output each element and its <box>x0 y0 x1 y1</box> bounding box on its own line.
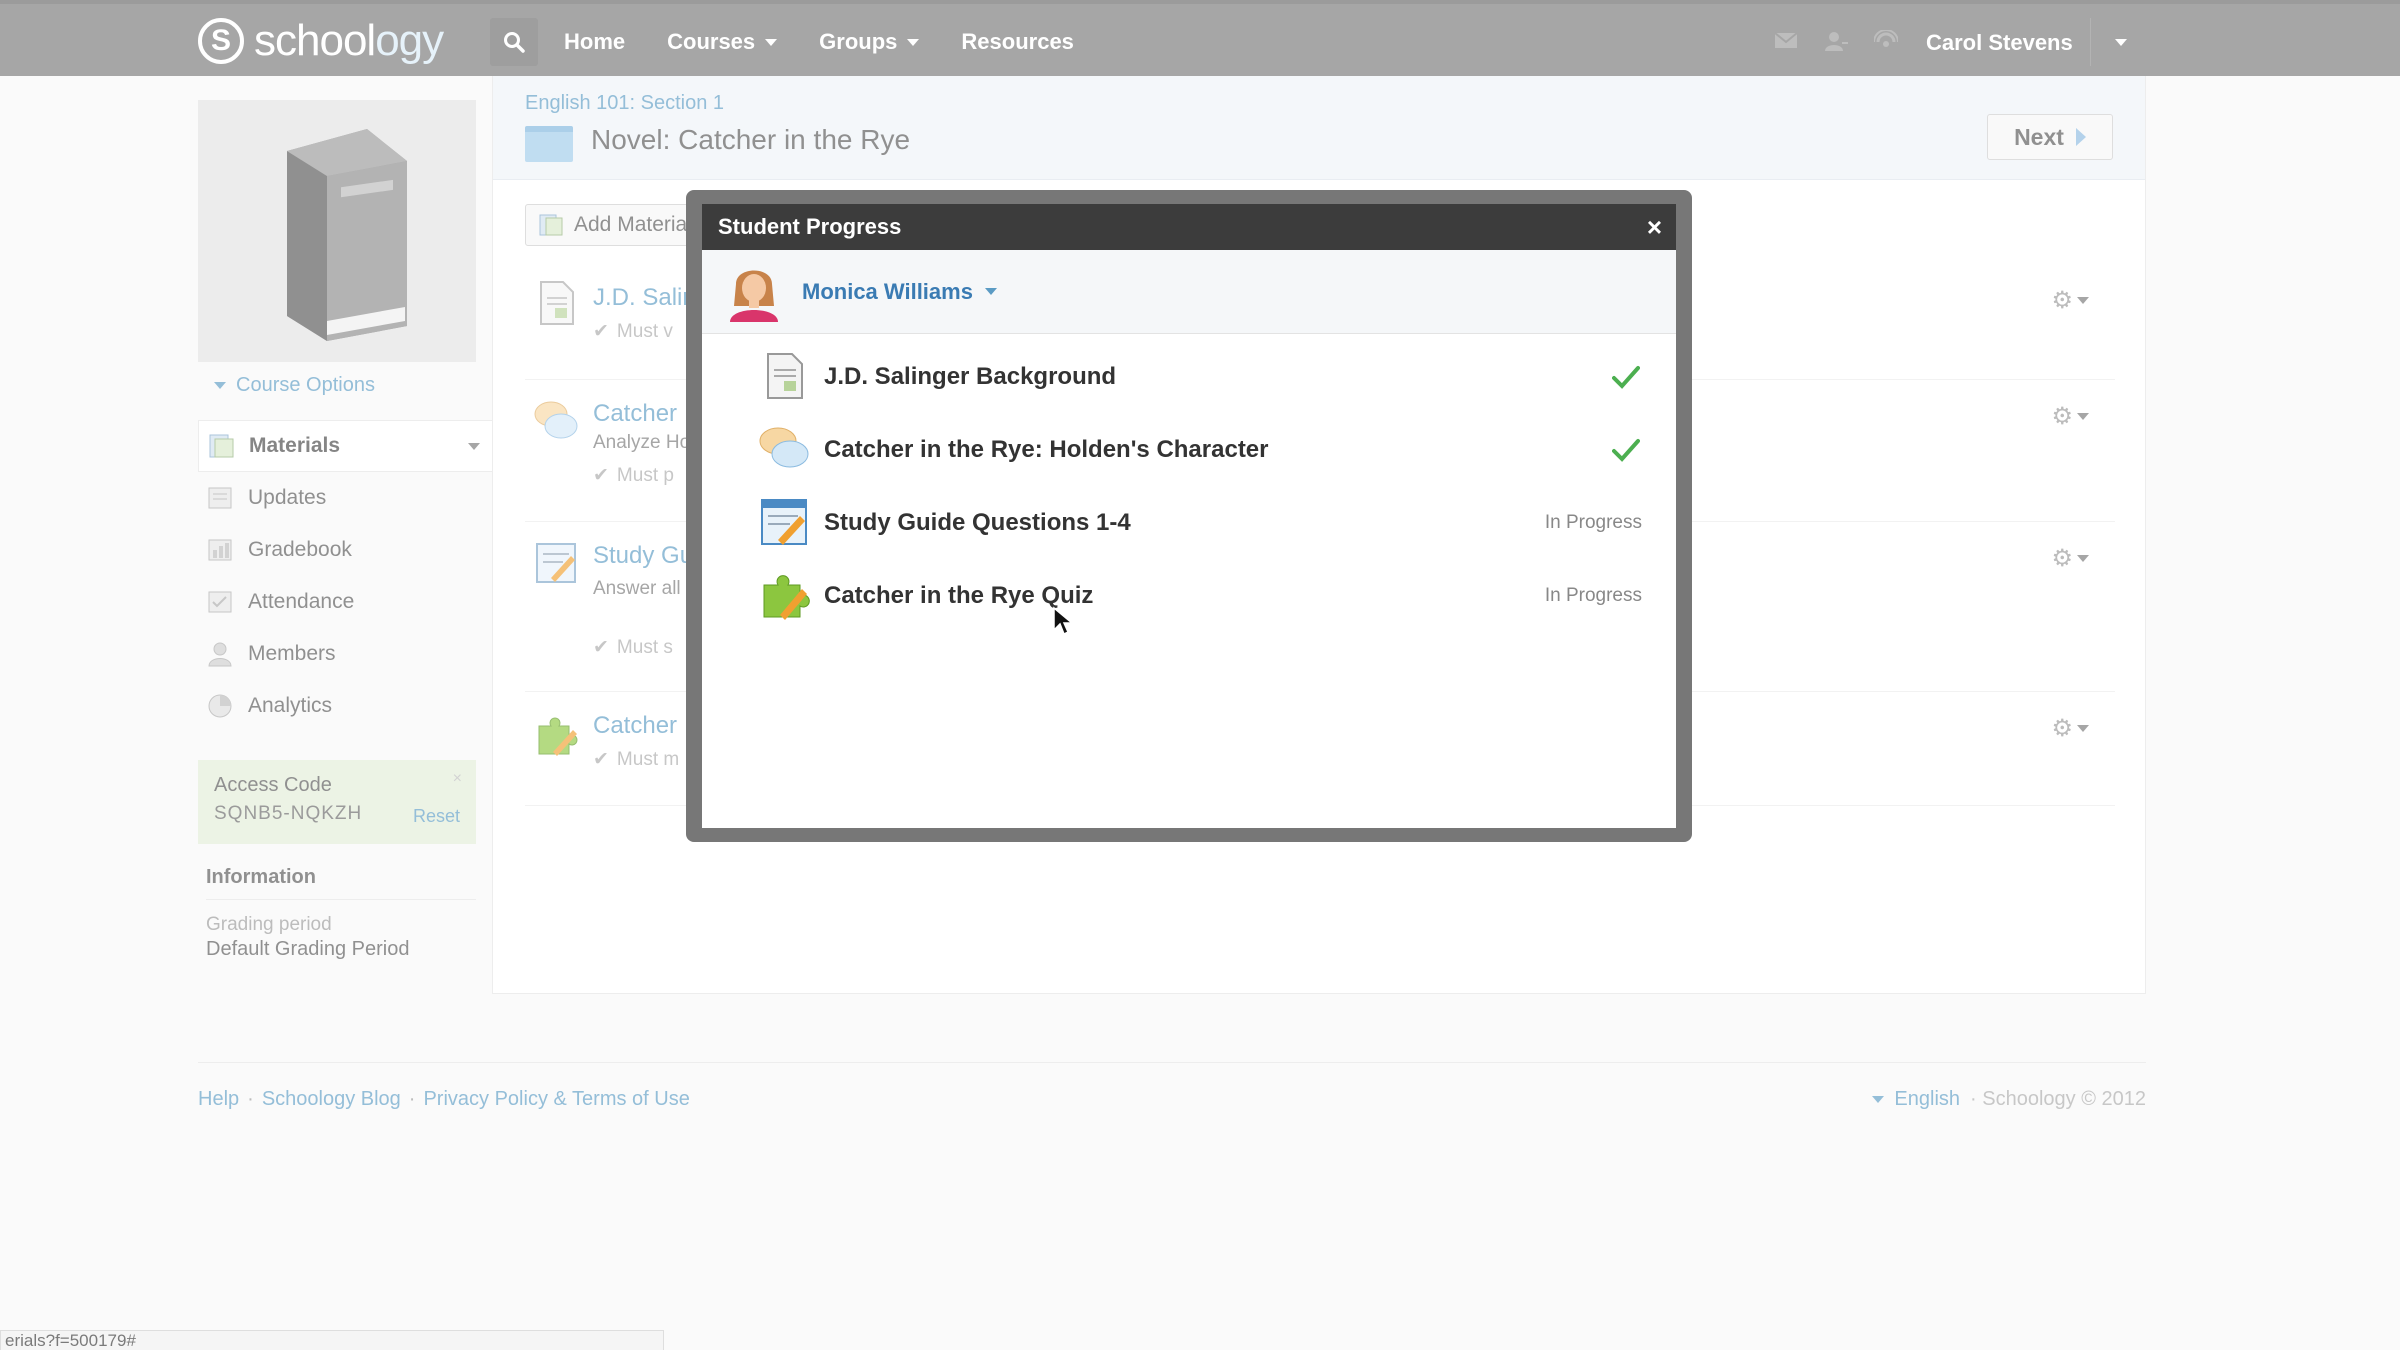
status-badge: In Progress <box>1544 511 1642 533</box>
student-name[interactable]: Monica Williams <box>802 279 997 305</box>
student-selector[interactable]: Monica Williams <box>702 250 1676 334</box>
dialog-title: Student Progress <box>718 214 902 239</box>
close-icon[interactable]: × <box>1647 212 1662 243</box>
list-item[interactable]: Catcher in the Rye: Holden's Character <box>702 413 1676 486</box>
quiz-icon <box>763 575 810 620</box>
check-icon <box>1612 438 1640 462</box>
student-progress-dialog-frame: Student Progress × Monica Williams J.D. … <box>686 190 1692 842</box>
chevron-down-icon <box>984 288 997 295</box>
student-progress-dialog: Student Progress × Monica Williams J.D. … <box>702 204 1676 828</box>
document-icon <box>767 353 803 399</box>
progress-list: J.D. Salinger Background Catcher in the … <box>702 334 1676 632</box>
progress-item-title[interactable]: Catcher in the Rye: Holden's Character <box>824 436 1269 464</box>
mouse-cursor-icon <box>1053 606 1074 636</box>
avatar <box>730 270 778 322</box>
list-item[interactable]: Catcher in the Rye Quiz In Progress <box>702 559 1676 632</box>
list-item[interactable]: J.D. Salinger Background <box>702 340 1676 413</box>
check-icon <box>1612 365 1640 389</box>
list-item[interactable]: Study Guide Questions 1-4 In Progress <box>702 486 1676 559</box>
progress-item-title[interactable]: Study Guide Questions 1-4 <box>824 509 1131 537</box>
discussion-icon <box>759 427 809 468</box>
assignment-icon <box>761 499 807 545</box>
progress-item-title[interactable]: J.D. Salinger Background <box>824 363 1116 391</box>
dialog-header: Student Progress × <box>702 204 1676 250</box>
status-badge: In Progress <box>1544 584 1642 606</box>
